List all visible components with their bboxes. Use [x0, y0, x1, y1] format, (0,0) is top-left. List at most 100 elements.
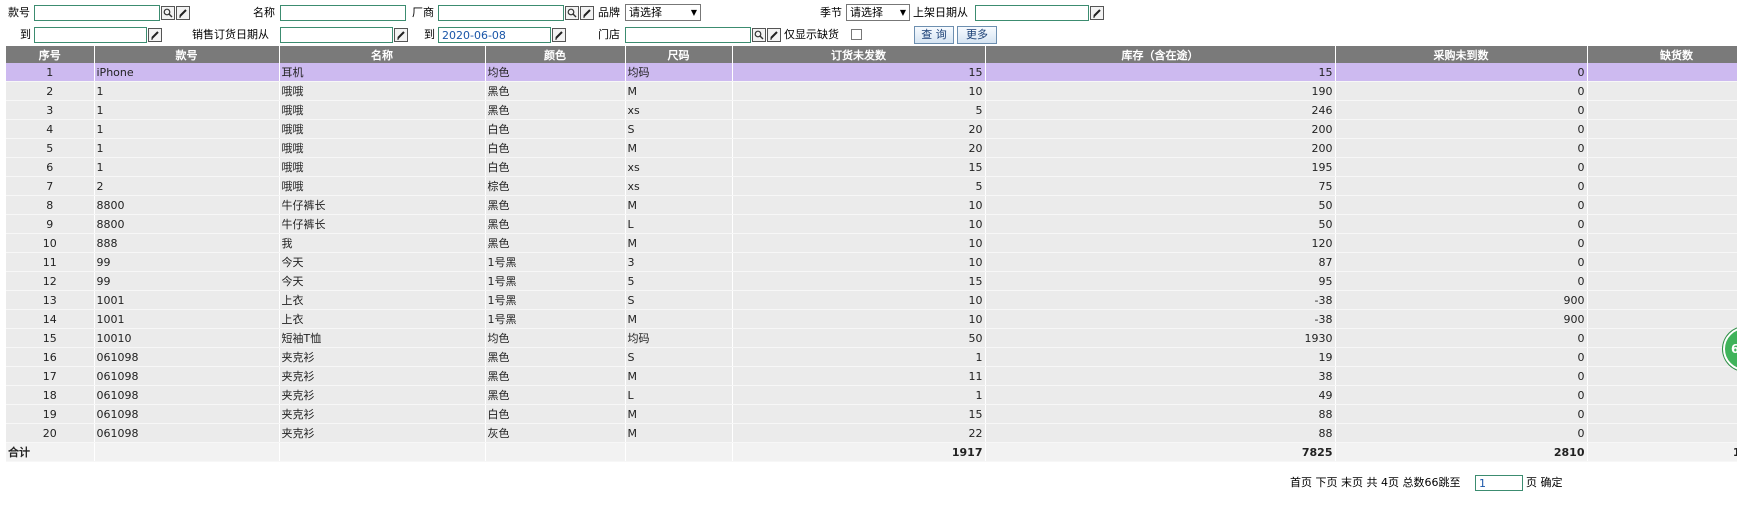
brand-select[interactable]: 请选择 ▼	[625, 4, 701, 21]
table-row[interactable]: 20061098夹克衫灰色M228800	[6, 423, 1737, 443]
search-icon	[567, 8, 577, 18]
order-date-from-clear-icon[interactable]	[394, 28, 408, 42]
cell-name: 牛仔裤长	[279, 195, 486, 215]
cell-size: S	[625, 347, 733, 367]
table-row[interactable]: 141001上衣1号黑M10-389000	[6, 309, 1737, 329]
cell-stock-in-transit: 38	[985, 366, 1336, 386]
cell-index: 3	[6, 100, 95, 120]
vendor-lookup-icon[interactable]	[565, 6, 579, 20]
vendor-input[interactable]	[438, 5, 564, 21]
cell-name: 哦哦	[279, 119, 486, 139]
table-row[interactable]: 61哦哦白色xs1519500	[6, 157, 1737, 177]
cell-unshipped-orders: 10	[732, 309, 986, 329]
order-date-to-clear-icon[interactable]	[552, 28, 566, 42]
cell-unshipped-orders: 1	[732, 347, 986, 367]
shelf-date-to-label: 到	[20, 28, 31, 41]
table-row[interactable]: 88800牛仔裤长黑色M105000	[6, 195, 1737, 215]
cell-shortage: 0	[1587, 252, 1737, 272]
cell-stock-in-transit: 50	[985, 195, 1336, 215]
pager-last-link[interactable]: 末页	[1341, 476, 1363, 489]
cell-index: 10	[6, 233, 95, 253]
table-row[interactable]: 1iPhone耳机均色均码151500	[6, 63, 1737, 82]
cell-unshipped-orders: 22	[732, 423, 986, 443]
style-no-input[interactable]	[34, 5, 160, 21]
cell-purchase-pending: 0	[1335, 63, 1588, 82]
pager-first-link[interactable]: 首页	[1290, 476, 1312, 489]
vendor-clear-icon[interactable]	[580, 6, 594, 20]
cell-stock-in-transit: -38	[985, 309, 1336, 329]
table-row[interactable]: 10888我黑色M1012000	[6, 233, 1737, 253]
cell-name: 夹克衫	[279, 423, 486, 443]
order-date-to-input[interactable]	[438, 27, 551, 43]
cell-style-no: 061098	[94, 404, 280, 424]
table-row[interactable]: 1199今天1号黑3108700	[6, 252, 1737, 272]
table-row[interactable]: 21哦哦黑色M1019000	[6, 81, 1737, 101]
cell-size: M	[625, 195, 733, 215]
cell-shortage: 0	[1587, 347, 1737, 367]
table-row[interactable]: 19061098夹克衫白色M158800	[6, 404, 1737, 424]
store-label: 门店	[598, 28, 620, 41]
table-row[interactable]: 1299今天1号黑5159500	[6, 271, 1737, 291]
cell-shortage: 0	[1587, 157, 1737, 177]
cell-shortage: 0	[1587, 119, 1737, 139]
cell-shortage: 0	[1587, 328, 1737, 348]
style-no-lookup-icon[interactable]	[161, 6, 175, 20]
shelf-date-to-clear-icon[interactable]	[148, 28, 162, 42]
table-row[interactable]: 98800牛仔裤长黑色L105000	[6, 214, 1737, 234]
store-input[interactable]	[625, 27, 751, 43]
shelf-date-clear-icon[interactable]	[1090, 6, 1104, 20]
cell-color: 1号黑	[485, 290, 626, 310]
column-header-shortage: 缺货数	[1587, 46, 1737, 63]
cell-color: 黑色	[485, 195, 626, 215]
eraser-icon	[179, 9, 187, 18]
pager-goto-input[interactable]	[1475, 475, 1523, 491]
cell-name: 哦哦	[279, 157, 486, 177]
cell-purchase-pending: 0	[1335, 176, 1588, 196]
column-header-purchase-pending: 采购未到数	[1335, 46, 1588, 63]
cell-index: 6	[6, 157, 95, 177]
pager-total-count: 总数66	[1402, 476, 1439, 489]
table-row[interactable]: 72哦哦棕色xs57500	[6, 176, 1737, 196]
brand-label: 品牌	[598, 6, 620, 19]
table-row[interactable]: 51哦哦白色M2020000	[6, 138, 1737, 158]
pager-confirm-link[interactable]: 确定	[1541, 476, 1563, 489]
cell-size: M	[625, 233, 733, 253]
cell-stock-in-transit: 200	[985, 119, 1336, 139]
name-input[interactable]	[280, 5, 406, 21]
cell-unshipped-orders: 10	[732, 214, 986, 234]
order-date-from-input[interactable]	[280, 27, 393, 43]
column-header-unshipped-orders: 订货未发数	[732, 46, 986, 63]
table-row[interactable]: 1510010短袖T恤均色均码50193000	[6, 328, 1737, 348]
season-select[interactable]: 请选择 ▼	[846, 4, 910, 21]
cell-index: 11	[6, 252, 95, 272]
chevron-down-icon: ▼	[690, 8, 697, 17]
cell-unshipped-orders: 10	[732, 290, 986, 310]
only-shortage-checkbox[interactable]	[851, 29, 862, 40]
shelf-date-to-input[interactable]	[34, 27, 147, 43]
cell-name: 夹克衫	[279, 385, 486, 405]
cell-color: 白色	[485, 157, 626, 177]
table-row[interactable]: 31哦哦黑色xs524600	[6, 100, 1737, 120]
cell-name: 牛仔裤长	[279, 214, 486, 234]
pager-next-link[interactable]: 下页	[1316, 476, 1338, 489]
cell-size: xs	[625, 100, 733, 120]
more-button[interactable]: 更多	[957, 26, 997, 44]
table-row[interactable]: 131001上衣1号黑S10-389000	[6, 290, 1737, 310]
cell-shortage: 0	[1587, 195, 1737, 215]
cell-purchase-pending: 0	[1335, 195, 1588, 215]
cell-stock-in-transit: 95	[985, 271, 1336, 291]
style-no-clear-icon[interactable]	[176, 6, 190, 20]
column-header-size: 尺码	[625, 46, 733, 63]
table-row[interactable]: 17061098夹克衫黑色M113800	[6, 366, 1737, 386]
store-lookup-icon[interactable]	[752, 28, 766, 42]
shelf-date-from-input[interactable]	[975, 5, 1089, 21]
cell-stock-in-transit: 200	[985, 138, 1336, 158]
query-button[interactable]: 查 询	[914, 26, 954, 44]
table-row[interactable]: 18061098夹克衫黑色L14900	[6, 385, 1737, 405]
store-clear-icon[interactable]	[767, 28, 781, 42]
cell-purchase-pending: 0	[1335, 347, 1588, 367]
table-row[interactable]: 41哦哦白色S2020000	[6, 119, 1737, 139]
table-row[interactable]: 16061098夹克衫黑色S11900	[6, 347, 1737, 367]
season-label: 季节	[820, 6, 842, 19]
total-purchase-pending: 2810	[1335, 442, 1588, 462]
